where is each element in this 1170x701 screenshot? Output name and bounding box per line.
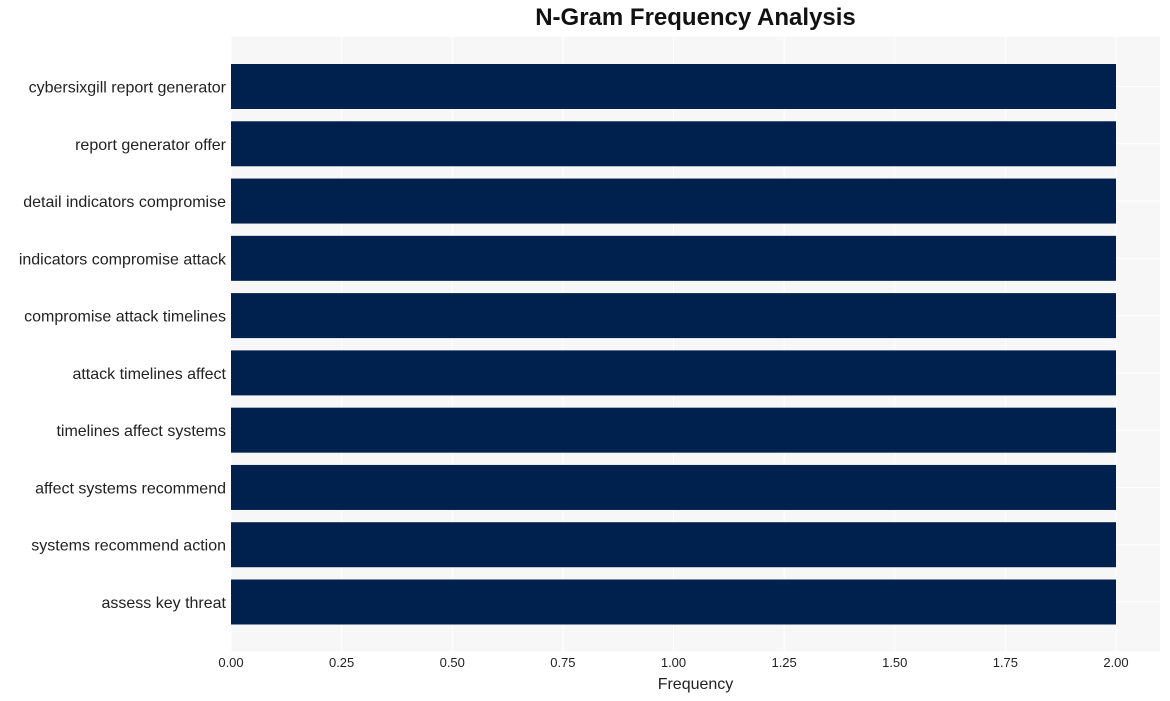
x-axis-tick-labels: 0.00 0.25 0.50 0.75 1.00 1.25 1.50 1.75 2.00	[218, 655, 1128, 670]
y-tick-label: assess key threat	[102, 595, 227, 612]
x-tick-label: 1.00	[661, 655, 686, 670]
bar	[231, 235, 1116, 281]
y-tick-label: cybersixgill report generator	[29, 80, 227, 97]
y-tick-label: affect systems recommend	[35, 480, 226, 497]
y-tick-label: compromise attack timelines	[24, 309, 226, 326]
x-tick-label: 0.75	[550, 655, 575, 670]
y-tick-label: detail indicators compromise	[23, 194, 226, 211]
bar	[231, 464, 1116, 510]
y-tick-label: indicators compromise attack	[19, 251, 227, 268]
bar	[231, 293, 1116, 339]
x-tick-label: 0.50	[440, 655, 465, 670]
x-tick-label: 0.25	[329, 655, 354, 670]
y-tick-label: attack timelines affect	[72, 366, 226, 383]
x-tick-label: 1.50	[882, 655, 907, 670]
x-tick-label: 0.00	[218, 655, 243, 670]
bar	[231, 178, 1116, 224]
bar	[231, 64, 1116, 109]
bar	[231, 121, 1116, 167]
y-tick-label: systems recommend action	[31, 538, 226, 555]
y-tick-label: timelines affect systems	[56, 423, 226, 440]
bar	[231, 522, 1116, 568]
bar-chart: cybersixgill report generator report gene…	[19, 37, 1160, 693]
bar	[231, 350, 1116, 396]
y-tick-label: report generator offer	[75, 137, 227, 154]
bar	[231, 579, 1116, 625]
x-tick-label: 1.75	[993, 655, 1018, 670]
y-axis-tick-labels: cybersixgill report generator report gene…	[19, 80, 227, 613]
x-axis-label: Frequency	[658, 676, 734, 693]
bar	[231, 407, 1116, 453]
x-tick-label: 2.00	[1103, 655, 1128, 670]
x-tick-label: 1.25	[771, 655, 796, 670]
